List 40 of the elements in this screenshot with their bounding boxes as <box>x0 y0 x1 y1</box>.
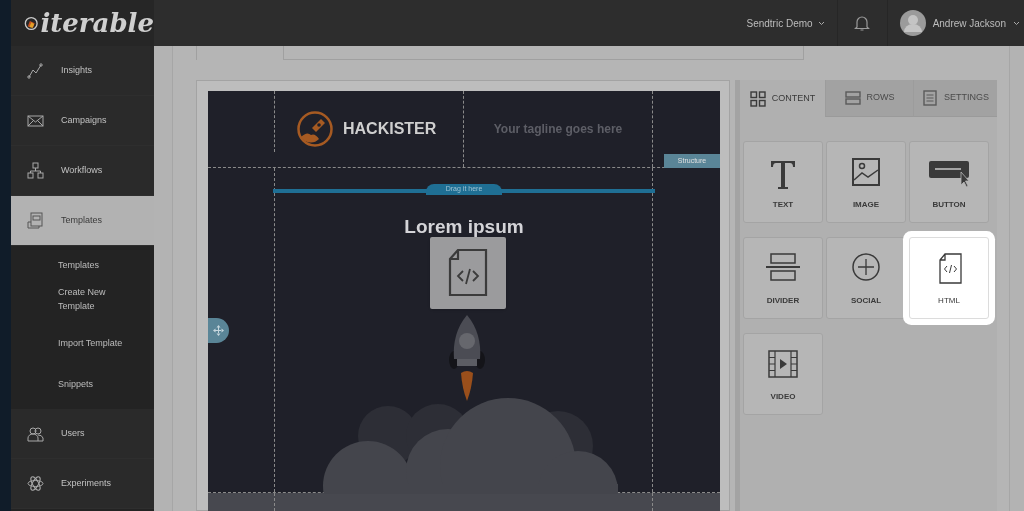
list-page-icon <box>922 90 938 106</box>
content-block[interactable]: VIDEO <box>743 333 823 415</box>
line-chart-icon <box>27 62 44 79</box>
brand-name: HACKISTER <box>343 119 437 139</box>
sidebar-item[interactable]: Campaigns <box>11 96 154 146</box>
content-block[interactable]: IMAGE <box>826 141 906 223</box>
submenu-item[interactable]: Snippets <box>11 364 154 404</box>
content-block[interactable]: TEXT <box>743 141 823 223</box>
tagline-text: Your tagline goes here <box>493 121 623 138</box>
user-menu[interactable]: Andrew Jackson <box>887 0 1024 46</box>
document-icon <box>27 212 44 229</box>
content-block[interactable]: SOCIAL <box>826 237 906 319</box>
brand-logo-text: iterable <box>40 10 154 36</box>
rows-icon <box>844 90 861 106</box>
content-block[interactable]: BUTTON <box>909 141 989 223</box>
panel-tab[interactable]: ROWS <box>825 80 913 117</box>
move-icon <box>213 325 224 336</box>
grid-icon <box>749 90 766 107</box>
sidebar-item[interactable]: Insights <box>11 46 154 96</box>
bell-icon <box>854 14 871 32</box>
avatar-icon <box>899 10 926 36</box>
chevron-down-icon <box>817 20 825 26</box>
sidebar-item[interactable]: Templates <box>11 196 154 246</box>
submenu-item[interactable]: Create New Template <box>11 276 154 322</box>
move-handle[interactable] <box>208 318 229 343</box>
rocket-logo-icon <box>297 111 333 147</box>
chevron-down-icon <box>1013 20 1020 26</box>
sidebar-item[interactable]: Workflows <box>11 146 154 196</box>
users-icon <box>27 425 44 442</box>
envelope-icon <box>27 112 44 129</box>
submenu-item[interactable]: Import Template <box>11 322 154 364</box>
hierarchy-icon <box>27 162 44 179</box>
sidebar-item[interactable]: Experiments <box>11 459 154 509</box>
submenu-item[interactable]: Templates <box>11 254 154 276</box>
atom-icon <box>27 475 44 492</box>
heading-text: Lorem ipsum <box>403 215 525 239</box>
code-file-icon <box>448 249 488 297</box>
sidebar-item[interactable]: Users <box>11 409 154 459</box>
panel-tab[interactable]: SETTINGS <box>913 80 997 117</box>
content-block[interactable]: DIVIDER <box>743 237 823 319</box>
